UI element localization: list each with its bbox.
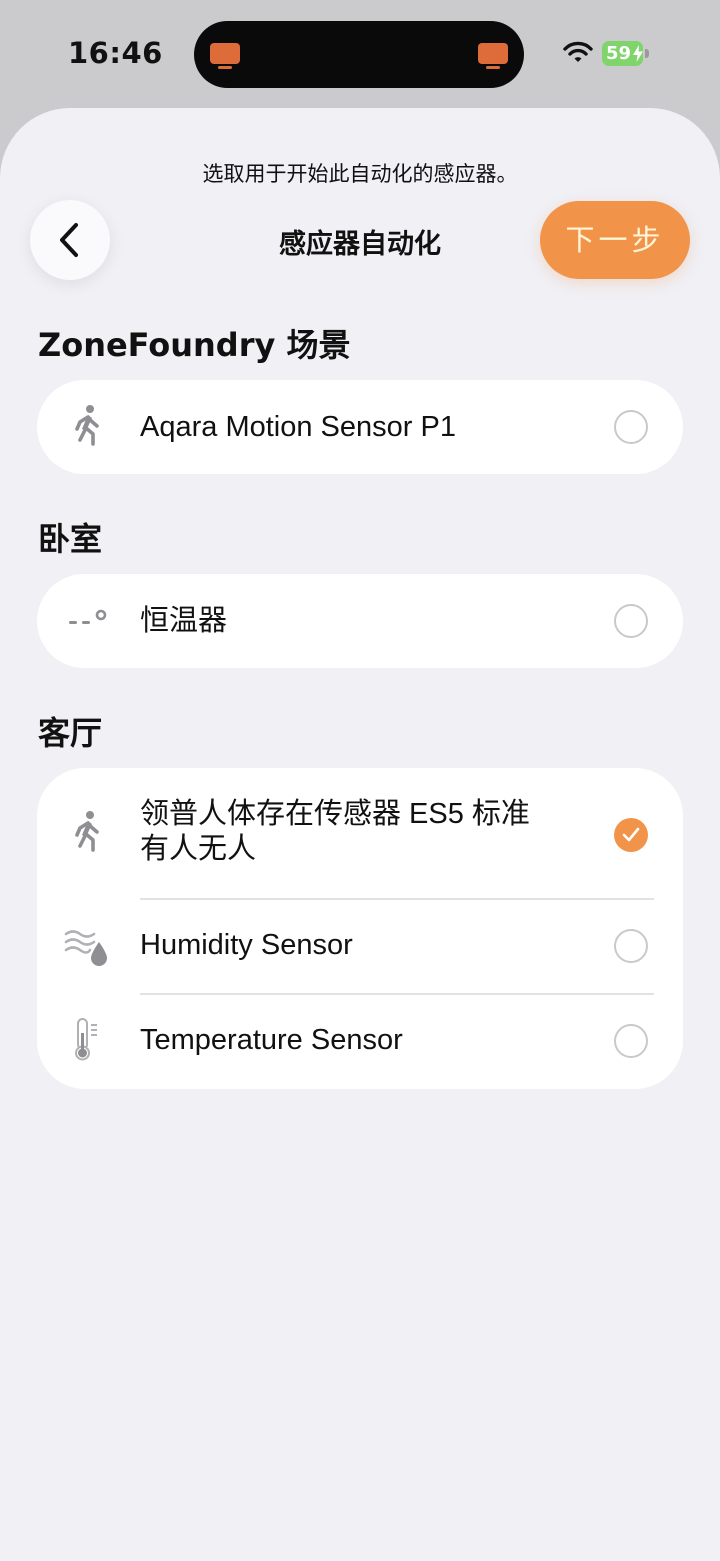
tv-icon: [210, 43, 240, 69]
thermometer-icon: [75, 1018, 97, 1061]
radio-unselected[interactable]: [614, 410, 648, 444]
sheet-subtitle: 选取用于开始此自动化的感应器。: [202, 162, 518, 186]
humidity-icon: [64, 930, 107, 966]
dynamic-island: [194, 21, 524, 88]
sensor-label: Temperature Sensor: [140, 1024, 403, 1056]
sensor-card-bedroom: 恒温器: [37, 574, 683, 668]
section-title-living-room: 客厅: [38, 714, 103, 752]
tv-icon: [478, 43, 508, 69]
section-title-bedroom: 卧室: [38, 520, 103, 558]
motion-icon: [75, 811, 99, 852]
charging-bolt-icon: [633, 45, 643, 62]
sensor-card-living-room: 领普人体存在传感器 ES5 标准 有人无人 Humidity Sensor Te…: [37, 768, 683, 1089]
battery-indicator: 59: [602, 41, 650, 66]
section-title-zonefoundry: ZoneFoundry 场景: [38, 326, 351, 364]
radio-unselected[interactable]: [614, 604, 648, 638]
radio-unselected[interactable]: [614, 1024, 648, 1058]
radio-selected[interactable]: [614, 818, 648, 852]
sensor-label: Humidity Sensor: [140, 929, 353, 961]
battery-cap: [645, 49, 649, 58]
sensor-row[interactable]: Humidity Sensor: [37, 898, 683, 993]
page-title: 感应器自动化: [279, 229, 441, 260]
checkmark-icon: [622, 827, 640, 842]
chevron-left-icon: [60, 223, 78, 257]
thermostat-icon: [69, 609, 107, 624]
sensor-label: 恒温器: [140, 605, 228, 637]
motion-icon: [75, 405, 99, 446]
sensor-row[interactable]: 领普人体存在传感器 ES5 标准 有人无人: [37, 768, 683, 898]
sensor-row[interactable]: Aqara Motion Sensor P1: [37, 380, 683, 474]
sensor-card-zonefoundry: Aqara Motion Sensor P1: [37, 380, 683, 474]
next-button[interactable]: 下一步: [540, 201, 690, 279]
status-bar: 16:46 59: [0, 0, 720, 108]
automation-sheet: 选取用于开始此自动化的感应器。 感应器自动化 下一步 ZoneFoundry 场…: [0, 108, 720, 1561]
wifi-icon: [563, 41, 593, 62]
sensor-row[interactable]: 恒温器: [37, 574, 683, 668]
back-button[interactable]: [30, 200, 110, 280]
sensor-label: Aqara Motion Sensor P1: [140, 411, 456, 443]
status-time: 16:46: [68, 36, 163, 70]
sensor-label: 领普人体存在传感器 ES5 标准 有人无人: [140, 798, 530, 865]
radio-unselected[interactable]: [614, 929, 648, 963]
sensor-row[interactable]: Temperature Sensor: [37, 993, 683, 1089]
